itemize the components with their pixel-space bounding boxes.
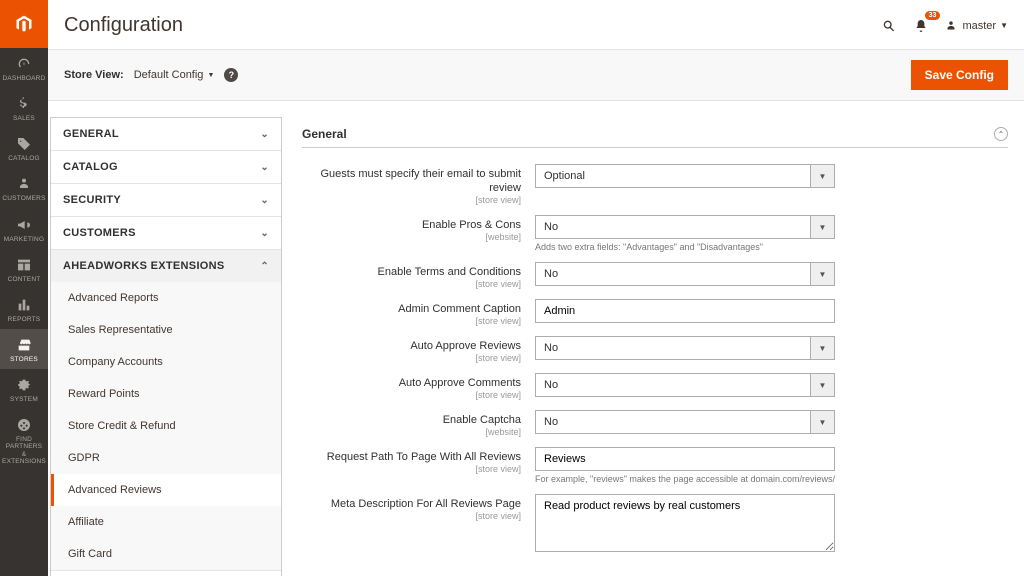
chevron-down-icon: ⌄ [260, 228, 269, 239]
field-label: Request Path To Page With All Reviews [327, 451, 521, 463]
barchart-icon [15, 296, 33, 314]
request-path-input[interactable] [535, 447, 835, 471]
sub-advanced-reviews[interactable]: Advanced Reviews [51, 474, 281, 506]
chevron-down-icon: ▼ [811, 164, 835, 188]
admin-sidebar: DASHBOARD SALES CATALOG CUSTOMERS MARKET… [0, 0, 48, 576]
puzzle-icon [15, 416, 33, 434]
field-label: Auto Approve Reviews [410, 340, 521, 352]
help-icon[interactable]: ? [224, 68, 238, 82]
store-icon [15, 336, 33, 354]
config-nav: GENERAL⌄ CATALOG⌄ SECURITY⌄ CUSTOMERS⌄ A… [50, 117, 282, 576]
tag-icon [15, 135, 33, 153]
gear-icon [15, 376, 33, 394]
user-menu[interactable]: master ▼ [944, 19, 1008, 33]
nav-content[interactable]: CONTENT [0, 249, 48, 289]
scope-bar: Store View: Default Config ▼ ? Save Conf… [48, 49, 1024, 101]
field-label: Enable Pros & Cons [422, 219, 521, 231]
nav-marketing[interactable]: MARKETING [0, 209, 48, 249]
page-title: Configuration [64, 14, 183, 37]
chevron-down-icon: ▼ [811, 410, 835, 434]
field-label: Meta Description For All Reviews Page [331, 498, 521, 510]
config-body: General ⌃ Guests must specify their emai… [282, 117, 1008, 576]
nav-system[interactable]: SYSTEM [0, 369, 48, 409]
auto-comments-select[interactable]: No▼ [535, 373, 835, 397]
gauge-icon [15, 55, 33, 73]
sub-gdpr[interactable]: GDPR [51, 442, 281, 474]
topbar: Configuration 33 master ▼ [48, 0, 1024, 49]
search-icon[interactable] [880, 17, 898, 35]
notifications[interactable]: 33 [912, 17, 930, 35]
guests-email-select[interactable]: Optional▼ [535, 164, 835, 188]
nav-catalog[interactable]: CATALOG [0, 128, 48, 168]
nav-customers[interactable]: CUSTOMERS [0, 168, 48, 208]
captcha-select[interactable]: No▼ [535, 410, 835, 434]
sub-advanced-reports[interactable]: Advanced Reports [51, 282, 281, 314]
person-icon [15, 175, 33, 193]
sub-affiliate[interactable]: Affiliate [51, 506, 281, 538]
field-label: Admin Comment Caption [398, 303, 521, 315]
notif-count: 33 [925, 11, 941, 20]
field-label: Guests must specify their email to submi… [320, 168, 521, 194]
chevron-down-icon: ▼ [811, 262, 835, 286]
scope-label: Store View: [64, 69, 124, 81]
chevron-down-icon: ⌄ [260, 195, 269, 206]
field-label: Auto Approve Comments [399, 377, 521, 389]
collapse-icon: ⌃ [994, 127, 1008, 141]
section-general[interactable]: GENERAL⌄ [51, 118, 281, 150]
dollar-icon [15, 95, 33, 113]
chevron-down-icon: ▼ [207, 72, 214, 79]
sub-company-accounts[interactable]: Company Accounts [51, 346, 281, 378]
admin-caption-input[interactable] [535, 299, 835, 323]
user-icon [944, 19, 958, 33]
group-general-toggle[interactable]: General ⌃ [302, 121, 1008, 148]
section-catalog[interactable]: CATALOG⌄ [51, 151, 281, 183]
nav-dashboard[interactable]: DASHBOARD [0, 48, 48, 88]
sub-sales-representative[interactable]: Sales Representative [51, 314, 281, 346]
nav-reports[interactable]: REPORTS [0, 289, 48, 329]
meta-desc-textarea[interactable] [535, 494, 835, 552]
field-note: For example, "reviews" makes the page ac… [535, 474, 835, 484]
chevron-up-icon: ⌃ [260, 261, 269, 272]
layout-icon [15, 256, 33, 274]
field-label: Enable Captcha [443, 414, 521, 426]
chevron-down-icon: ▼ [811, 336, 835, 360]
chevron-down-icon: ▼ [1000, 21, 1008, 30]
chevron-down-icon: ⌄ [260, 129, 269, 140]
nav-stores[interactable]: STORES [0, 329, 48, 369]
terms-select[interactable]: No▼ [535, 262, 835, 286]
chevron-down-icon: ▼ [811, 373, 835, 397]
chevron-down-icon: ▼ [811, 215, 835, 239]
pros-cons-select[interactable]: No▼ [535, 215, 835, 239]
section-aheadworks[interactable]: AHEADWORKS EXTENSIONS⌃ [51, 250, 281, 282]
save-config-button[interactable]: Save Config [911, 60, 1008, 90]
magento-logo-icon [14, 14, 34, 34]
auto-reviews-select[interactable]: No▼ [535, 336, 835, 360]
section-customers[interactable]: CUSTOMERS⌄ [51, 217, 281, 249]
sub-gift-card[interactable]: Gift Card [51, 538, 281, 570]
field-note: Adds two extra fields: "Advantages" and … [535, 242, 835, 252]
megaphone-icon [15, 216, 33, 234]
sub-reward-points[interactable]: Reward Points [51, 378, 281, 410]
logo[interactable] [0, 0, 48, 48]
field-label: Enable Terms and Conditions [378, 266, 522, 278]
chevron-down-icon: ⌄ [260, 162, 269, 173]
scope-selector[interactable]: Default Config ▼ [134, 69, 215, 81]
section-security[interactable]: SECURITY⌄ [51, 184, 281, 216]
nav-sales[interactable]: SALES [0, 88, 48, 128]
nav-partners[interactable]: FIND PARTNERS & EXTENSIONS [0, 409, 48, 471]
sub-store-credit[interactable]: Store Credit & Refund [51, 410, 281, 442]
